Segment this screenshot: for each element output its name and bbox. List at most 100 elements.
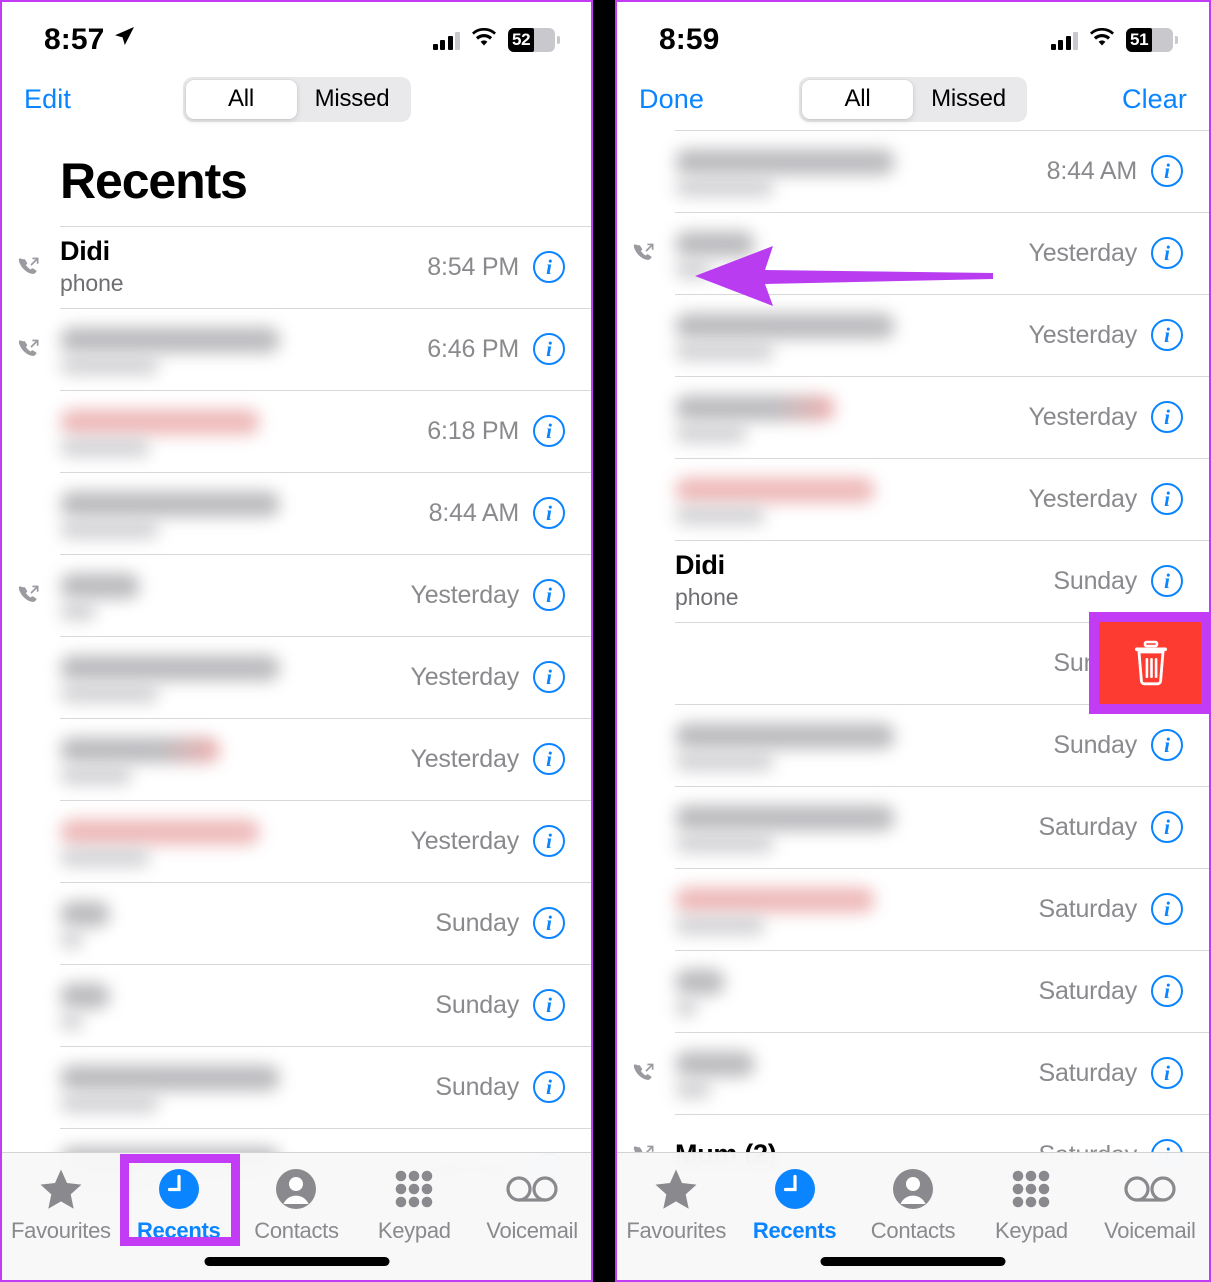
call-row-timestamp: Sunday: [1053, 566, 1137, 595]
filter-segmented-control-right[interactable]: All Missed: [799, 76, 1027, 122]
call-log-row[interactable]: Yesterday i: [2, 800, 591, 882]
done-button[interactable]: Done: [639, 84, 704, 115]
person-circle-icon: [893, 1169, 934, 1209]
battery-percent-label: 51: [1130, 30, 1149, 49]
call-row-main: Didi phone: [60, 236, 427, 299]
call-row-timestamp: Yesterday: [1028, 484, 1138, 513]
call-log-row[interactable]: Saturday i: [617, 1032, 1209, 1114]
call-info-icon[interactable]: i: [1151, 565, 1183, 597]
call-info-icon[interactable]: i: [1151, 401, 1183, 433]
call-row-main: Didi phone: [675, 550, 1053, 613]
nav-bar-right: Done All Missed Clear: [617, 68, 1209, 130]
call-log-row[interactable]: 8:44 AM i: [617, 130, 1209, 212]
segment-missed[interactable]: Missed: [297, 80, 408, 119]
call-row-timestamp: Yesterday: [1028, 402, 1138, 431]
redacted-contact-sublabel: [60, 930, 83, 949]
call-log-row[interactable]: 6:18 PM i: [2, 390, 591, 472]
status-time: 8:59: [659, 23, 720, 56]
call-row-timestamp: Sunday: [435, 990, 519, 1019]
segment-all[interactable]: All: [185, 79, 297, 119]
call-info-icon[interactable]: i: [1151, 1057, 1183, 1089]
call-log-row[interactable]: Sundayi: [617, 704, 1209, 786]
delete-call-button[interactable]: [1091, 622, 1209, 704]
call-log-row[interactable]: Saturday i: [617, 950, 1209, 1032]
status-bar-indicators-right: 51: [1050, 27, 1178, 53]
redacted-contact-name: [60, 573, 140, 599]
tab-label: Contacts: [870, 1218, 956, 1243]
call-log-row[interactable]: 6:46 PM i: [2, 308, 591, 390]
redacted-contact-sublabel: [60, 1094, 159, 1113]
call-log-row[interactable]: Sundayi: [2, 964, 591, 1046]
call-info-icon[interactable]: i: [1151, 893, 1183, 925]
call-info-icon[interactable]: i: [1151, 975, 1183, 1007]
redacted-contact-sublabel: [60, 356, 159, 375]
clear-button[interactable]: Clear: [1122, 84, 1187, 115]
call-info-icon[interactable]: i: [533, 989, 565, 1021]
call-info-icon[interactable]: i: [1151, 155, 1183, 187]
call-info-icon[interactable]: i: [533, 743, 565, 775]
wifi-icon: [471, 27, 497, 53]
call-log-row[interactable]: Yesterday i: [2, 636, 591, 718]
call-info-icon[interactable]: i: [1151, 729, 1183, 761]
call-info-icon[interactable]: i: [1151, 319, 1183, 351]
battery-icon: 52: [508, 28, 560, 52]
call-info-icon[interactable]: i: [1151, 811, 1183, 843]
voicemail-icon: [1124, 1167, 1176, 1211]
tab-contacts[interactable]: Contacts: [854, 1167, 972, 1244]
location-arrow-icon: [112, 22, 136, 56]
call-row-main: [60, 1061, 435, 1113]
segment-missed[interactable]: Missed: [913, 80, 1024, 119]
redacted-contact-name: [60, 1065, 280, 1091]
call-info-icon[interactable]: i: [533, 1071, 565, 1103]
call-info-icon[interactable]: i: [533, 907, 565, 939]
call-row-timestamp: 6:46 PM: [427, 334, 519, 363]
redacted-contact-name: [60, 901, 110, 927]
call-info-icon[interactable]: i: [533, 415, 565, 447]
tab-keypad[interactable]: Keypad: [972, 1167, 1090, 1244]
tab-voicemail[interactable]: Voicemail: [1091, 1167, 1209, 1244]
tab-label: Recents: [136, 1218, 221, 1243]
call-log-row[interactable]: Yesterday i: [617, 458, 1209, 540]
redacted-contact-name: [60, 491, 280, 517]
call-log-row[interactable]: Yesterday i: [2, 718, 591, 800]
call-log-row[interactable]: Didi phone 8:54 PM i: [2, 226, 591, 308]
call-info-icon[interactable]: i: [533, 497, 565, 529]
tab-recents[interactable]: Recents: [735, 1167, 853, 1244]
call-row-sublabel: phone: [60, 269, 124, 296]
edit-button[interactable]: Edit: [24, 84, 71, 115]
call-info-icon[interactable]: i: [1151, 237, 1183, 269]
call-info-icon[interactable]: i: [533, 333, 565, 365]
person-circle-icon: [891, 1167, 935, 1211]
call-info-icon[interactable]: i: [533, 661, 565, 693]
tab-favourites[interactable]: Favourites: [2, 1167, 120, 1244]
call-log-row[interactable]: Yesterday i: [617, 212, 1209, 294]
call-row-timestamp: Yesterday: [410, 580, 520, 609]
segment-all[interactable]: All: [802, 79, 913, 119]
call-log-row[interactable]: Yesterday i: [617, 376, 1209, 458]
call-info-icon[interactable]: i: [533, 251, 565, 283]
call-log-row[interactable]: Saturday i: [617, 868, 1209, 950]
call-log-row[interactable]: Sundayi: [617, 612, 1209, 714]
call-row-main: [675, 719, 1053, 771]
call-log-row[interactable]: Yesterday i: [2, 554, 591, 636]
tab-label: Favourites: [11, 1218, 111, 1243]
left-phone-panel: 8:57 52 Edit All Missed Recents Didi pho…: [0, 0, 593, 1282]
call-log-row[interactable]: Yesterday i: [617, 294, 1209, 376]
call-log-row[interactable]: 8:44 AM i: [2, 472, 591, 554]
redacted-contact-name: [675, 231, 755, 257]
tab-recents[interactable]: Recents: [120, 1167, 238, 1244]
call-log-row[interactable]: Didi phone Sunday i: [617, 540, 1209, 622]
call-log-row[interactable]: Sundayi: [2, 1046, 591, 1128]
tab-keypad[interactable]: Keypad: [355, 1167, 473, 1244]
redacted-contact-name: [60, 983, 110, 1009]
call-info-icon[interactable]: i: [533, 579, 565, 611]
tab-favourites[interactable]: Favourites: [617, 1167, 735, 1244]
tab-contacts[interactable]: Contacts: [238, 1167, 356, 1244]
call-info-icon[interactable]: i: [1151, 483, 1183, 515]
filter-segmented-control-left[interactable]: All Missed: [182, 76, 411, 122]
call-log-row[interactable]: Saturday i: [617, 786, 1209, 868]
call-info-icon[interactable]: i: [533, 825, 565, 857]
call-log-row[interactable]: Sundayi: [2, 882, 591, 964]
redacted-contact-name: [675, 313, 895, 339]
tab-voicemail[interactable]: Voicemail: [473, 1167, 591, 1244]
